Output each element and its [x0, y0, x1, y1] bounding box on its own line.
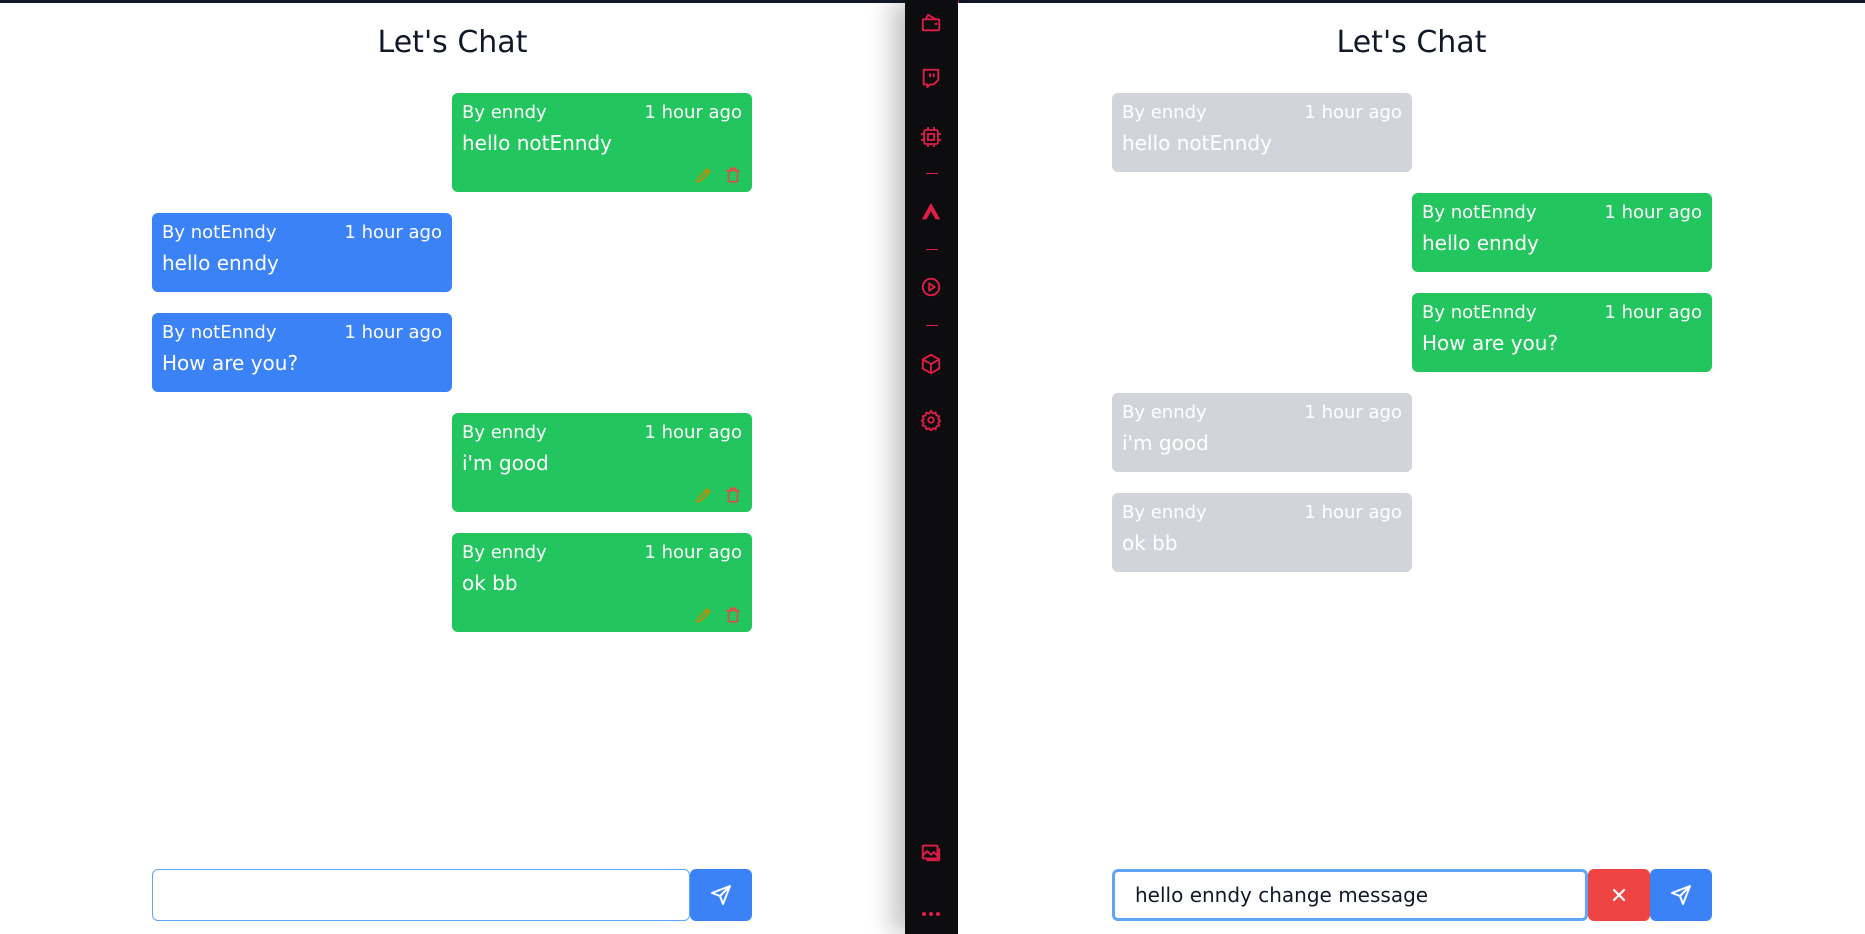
message-bubble-own: By notEnndy 1 hour ago hello enndy: [1412, 193, 1712, 272]
message-text: hello enndy: [162, 251, 279, 275]
message-text: i'm good: [462, 451, 549, 475]
message-text: hello notEnndy: [462, 131, 612, 155]
message-author: By enndy: [462, 422, 547, 443]
sidebar-divider: [926, 325, 938, 326]
message-author: By enndy: [1122, 502, 1207, 523]
right-chat-pane: Let's Chat By enndy 1 hour ago hello notE…: [958, 3, 1865, 934]
message-text: hello enndy: [1422, 231, 1539, 255]
message-time: 1 hour ago: [1304, 502, 1402, 523]
send-button[interactable]: [690, 869, 752, 921]
message-input[interactable]: hello enndy change message: [1112, 869, 1588, 921]
message-time: 1 hour ago: [1604, 202, 1702, 223]
cancel-edit-button[interactable]: [1588, 869, 1650, 921]
message-text: How are you?: [162, 351, 299, 375]
arrow-logo-icon[interactable]: [919, 200, 943, 224]
sidebar-divider: [926, 249, 938, 250]
message-author: By enndy: [1122, 402, 1207, 423]
message-author: By notEnndy: [1422, 302, 1537, 323]
message-time: 1 hour ago: [344, 222, 442, 243]
message-bubble-other: By notEnndy 1 hour ago How are you?: [152, 313, 452, 392]
message-bubble-own: By enndy 1 hour ago hello notEnndy: [452, 93, 752, 192]
page-title: Let's Chat: [377, 25, 528, 60]
message-author: By notEnndy: [1422, 202, 1537, 223]
message-time: 1 hour ago: [344, 322, 442, 343]
images-icon[interactable]: [919, 840, 943, 864]
chip-icon[interactable]: [919, 125, 943, 149]
gear-icon[interactable]: [919, 408, 943, 432]
message-input[interactable]: [152, 869, 690, 921]
message-text: i'm good: [1122, 431, 1209, 455]
message-author: By enndy: [462, 542, 547, 563]
message-author: By enndy: [1122, 102, 1207, 123]
message-author: By notEnndy: [162, 322, 277, 343]
delete-icon[interactable]: [724, 605, 742, 625]
message-bubble-own: By enndy 1 hour ago ok bb: [452, 533, 752, 632]
message-time: 1 hour ago: [1304, 102, 1402, 123]
message-time: 1 hour ago: [644, 102, 742, 123]
edit-icon[interactable]: [694, 165, 714, 185]
play-circle-icon[interactable]: [919, 275, 943, 299]
message-bubble-own: By notEnndy 1 hour ago How are you?: [1412, 293, 1712, 372]
message-bubble-faded: By enndy 1 hour ago i'm good: [1112, 393, 1412, 472]
message-author: By notEnndy: [162, 222, 277, 243]
side-toolbar: [905, 0, 959, 934]
page-title: Let's Chat: [1336, 25, 1487, 60]
message-bubble-other: By notEnndy 1 hour ago hello enndy: [152, 213, 452, 292]
message-text: hello notEnndy: [1122, 131, 1272, 155]
delete-icon[interactable]: [724, 165, 742, 185]
message-time: 1 hour ago: [1604, 302, 1702, 323]
send-button[interactable]: [1650, 869, 1712, 921]
cube-icon[interactable]: [919, 352, 943, 376]
message-time: 1 hour ago: [644, 542, 742, 563]
delete-icon[interactable]: [724, 485, 742, 505]
message-bubble-faded: By enndy 1 hour ago hello notEnndy: [1112, 93, 1412, 172]
message-text: ok bb: [1122, 531, 1178, 555]
message-text: ok bb: [462, 571, 518, 595]
edit-icon[interactable]: [694, 485, 714, 505]
message-text: How are you?: [1422, 331, 1559, 355]
left-chat-pane: Let's Chat By enndy 1 hour ago hello notE…: [0, 3, 905, 934]
message-author: By enndy: [462, 102, 547, 123]
twitch-icon[interactable]: [919, 66, 943, 90]
close-icon: [1612, 888, 1626, 902]
message-bubble-faded: By enndy 1 hour ago ok bb: [1112, 493, 1412, 572]
wallet-icon[interactable]: [919, 11, 943, 35]
message-bubble-own: By enndy 1 hour ago i'm good: [452, 413, 752, 512]
message-time: 1 hour ago: [644, 422, 742, 443]
edit-icon[interactable]: [694, 605, 714, 625]
sidebar-divider: [926, 173, 938, 174]
send-icon: [1671, 885, 1691, 905]
message-time: 1 hour ago: [1304, 402, 1402, 423]
send-icon: [711, 885, 731, 905]
more-icon[interactable]: [919, 902, 943, 926]
